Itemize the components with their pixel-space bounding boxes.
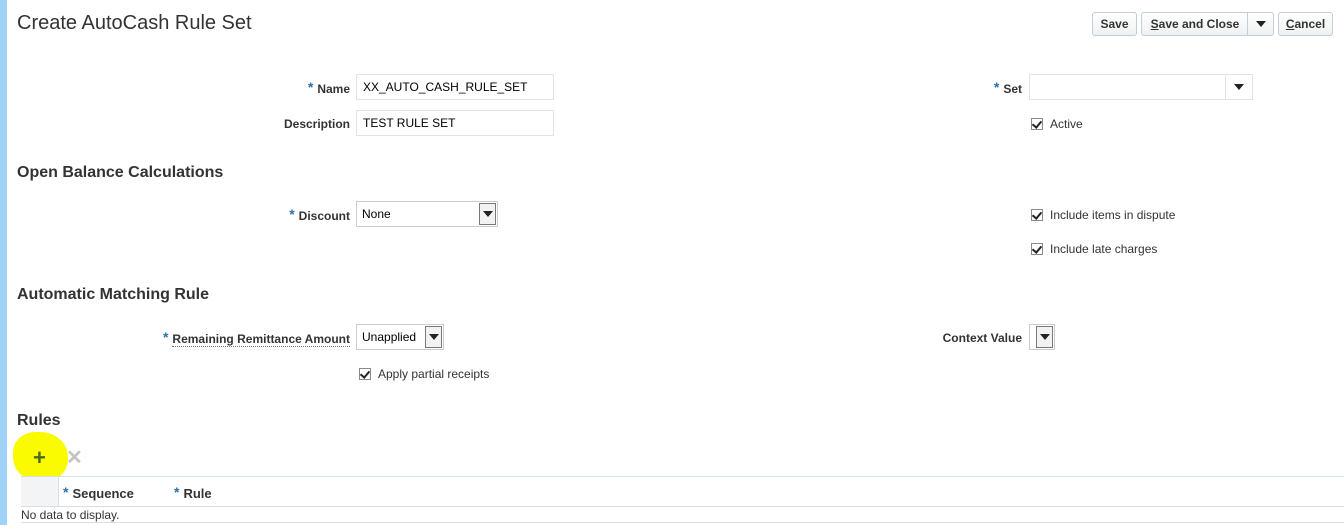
discount-label: * Discount: [289, 206, 350, 223]
checkmark-icon: [1031, 117, 1043, 129]
context-value-label: Context Value: [942, 331, 1022, 345]
open-balance-heading: Open Balance Calculations: [17, 164, 224, 181]
chevron-down-icon: [1256, 21, 1266, 27]
chevron-down-icon: [1234, 84, 1244, 90]
remaining-remittance-label: * Remaining Remittance Amount: [162, 329, 350, 347]
save-options-dropdown[interactable]: [1248, 13, 1274, 35]
description-field[interactable]: TEST RULE SET: [356, 110, 554, 136]
apply-partial-checkbox[interactable]: [359, 367, 371, 380]
include-dispute-label: Include items in dispute: [1050, 208, 1176, 222]
description-label: Description: [283, 117, 350, 131]
column-header-sequence[interactable]: * Sequence: [63, 484, 134, 501]
checkmark-icon: [359, 367, 371, 379]
matching-rule-heading: Automatic Matching Rule: [17, 286, 210, 303]
context-value-select[interactable]: [1029, 324, 1055, 350]
discount-select[interactable]: None: [356, 201, 498, 227]
column-header-rule[interactable]: * Rule: [174, 484, 212, 501]
page-title: Create AutoCash Rule Set: [17, 12, 252, 34]
include-late-checkbox[interactable]: [1031, 242, 1043, 255]
include-late-label: Include late charges: [1050, 242, 1158, 256]
checkmark-icon: [1031, 208, 1043, 220]
table-bottom-border: [21, 522, 1344, 523]
active-checkbox[interactable]: [1031, 117, 1043, 130]
cancel-button[interactable]: Cancel: [1278, 12, 1333, 36]
name-field[interactable]: XX_AUTO_CASH_RULE_SET: [356, 74, 554, 100]
active-label: Active: [1050, 117, 1083, 131]
save-and-close-button[interactable]: Save and Close: [1141, 12, 1274, 36]
required-asterisk: *: [993, 79, 1000, 95]
plus-icon[interactable]: +: [33, 447, 46, 469]
remaining-remittance-select[interactable]: Unapplied: [356, 324, 444, 350]
set-label: * Set: [993, 79, 1022, 96]
rules-heading: Rules: [17, 412, 61, 429]
include-dispute-checkbox[interactable]: [1031, 208, 1043, 221]
discount-value: None: [362, 207, 391, 221]
save-button[interactable]: Save: [1092, 12, 1137, 36]
required-asterisk: *: [307, 79, 314, 95]
apply-partial-label: Apply partial receipts: [378, 367, 490, 381]
x-icon[interactable]: ✕: [66, 448, 83, 468]
required-asterisk: *: [174, 484, 180, 500]
chevron-down-icon: [482, 211, 493, 217]
required-asterisk: *: [289, 206, 295, 222]
save-and-close-label: Save and Close: [1150, 17, 1240, 31]
context-value-dropdown-button[interactable]: [1036, 326, 1053, 348]
empty-table-message: No data to display.: [21, 508, 120, 522]
discount-dropdown-button[interactable]: [479, 203, 496, 225]
rules-table-header: * Sequence * Rule: [21, 476, 1344, 507]
left-accent-bar: [0, 0, 7, 525]
chevron-down-icon: [1039, 334, 1050, 340]
remaining-remittance-dropdown-button[interactable]: [425, 326, 442, 348]
cancel-label: Cancel: [1285, 17, 1326, 31]
required-asterisk: *: [63, 484, 69, 500]
required-asterisk: *: [162, 329, 169, 345]
checkmark-icon: [1031, 242, 1043, 254]
name-label: * Name: [307, 79, 350, 96]
remaining-remittance-value: Unapplied: [362, 330, 417, 344]
set-dropdown-button[interactable]: [1226, 75, 1252, 99]
table-select-column[interactable]: [21, 477, 59, 506]
set-select[interactable]: [1029, 74, 1253, 100]
chevron-down-icon: [428, 334, 439, 340]
